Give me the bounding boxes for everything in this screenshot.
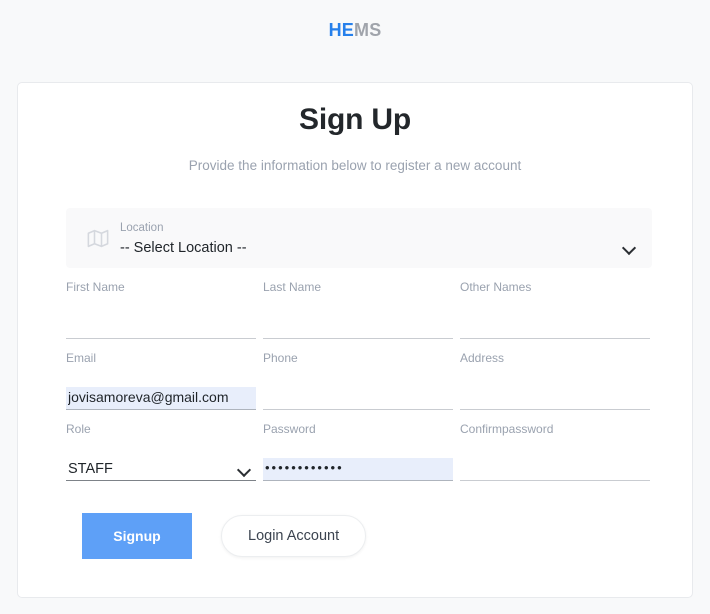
role-label: Role (66, 422, 91, 436)
location-selector[interactable]: Location -- Select Location -- (66, 208, 652, 268)
confirm-password-input[interactable] (460, 458, 650, 481)
signup-button[interactable]: Signup (82, 513, 192, 559)
field-first-name: First Name (66, 280, 256, 350)
role-select[interactable]: STAFF (66, 458, 256, 481)
chevron-down-icon (238, 463, 251, 476)
signup-card: Sign Up Provide the information below to… (17, 82, 693, 598)
page-subtitle: Provide the information below to registe… (188, 158, 522, 173)
form-row-credentials: Role STAFF Password Confirmpassword (66, 422, 662, 492)
app-logo[interactable]: HEMS (329, 20, 382, 41)
location-selected-value: -- Select Location -- (120, 239, 247, 256)
email-label: Email (66, 351, 97, 365)
phone-input[interactable] (263, 387, 453, 410)
login-account-button[interactable]: Login Account (221, 515, 367, 557)
other-names-input[interactable] (460, 316, 650, 339)
password-input[interactable] (263, 458, 453, 481)
app-logo-primary: HE (328, 19, 354, 40)
location-select-row[interactable]: -- Select Location -- (120, 240, 636, 256)
first-name-input[interactable] (66, 316, 256, 339)
field-other-names: Other Names (460, 280, 650, 350)
map-icon (66, 228, 120, 249)
other-names-label: Other Names (460, 280, 532, 294)
field-last-name: Last Name (263, 280, 453, 350)
field-password: Password (263, 422, 453, 492)
address-label: Address (460, 351, 505, 365)
last-name-input[interactable] (263, 316, 453, 339)
app-logo-secondary: MS (354, 19, 382, 40)
location-field-group: Location -- Select Location -- (120, 221, 652, 256)
email-input[interactable] (66, 387, 256, 410)
form-row-names: First Name Last Name Other Names (66, 280, 662, 350)
form-row-contact: Email Phone Address (66, 351, 662, 421)
field-address: Address (460, 351, 650, 421)
location-label: Location (120, 221, 164, 234)
last-name-label: Last Name (263, 280, 322, 294)
first-name-label: First Name (66, 280, 125, 294)
confirm-password-label: Confirmpassword (460, 422, 554, 436)
form-actions: Signup Login Account (82, 513, 367, 559)
phone-label: Phone (263, 351, 298, 365)
field-phone: Phone (263, 351, 453, 421)
password-label: Password (263, 422, 316, 436)
field-role: Role STAFF (66, 422, 256, 492)
page-title: Sign Up (299, 103, 411, 136)
signup-form: First Name Last Name Other Names Email P… (66, 280, 662, 493)
field-confirm-password: Confirmpassword (460, 422, 650, 492)
chevron-down-icon (623, 241, 636, 254)
role-selected-value: STAFF (66, 458, 256, 481)
top-header-bar: HEMS (0, 0, 710, 60)
address-input[interactable] (460, 387, 650, 410)
field-email: Email (66, 351, 256, 421)
